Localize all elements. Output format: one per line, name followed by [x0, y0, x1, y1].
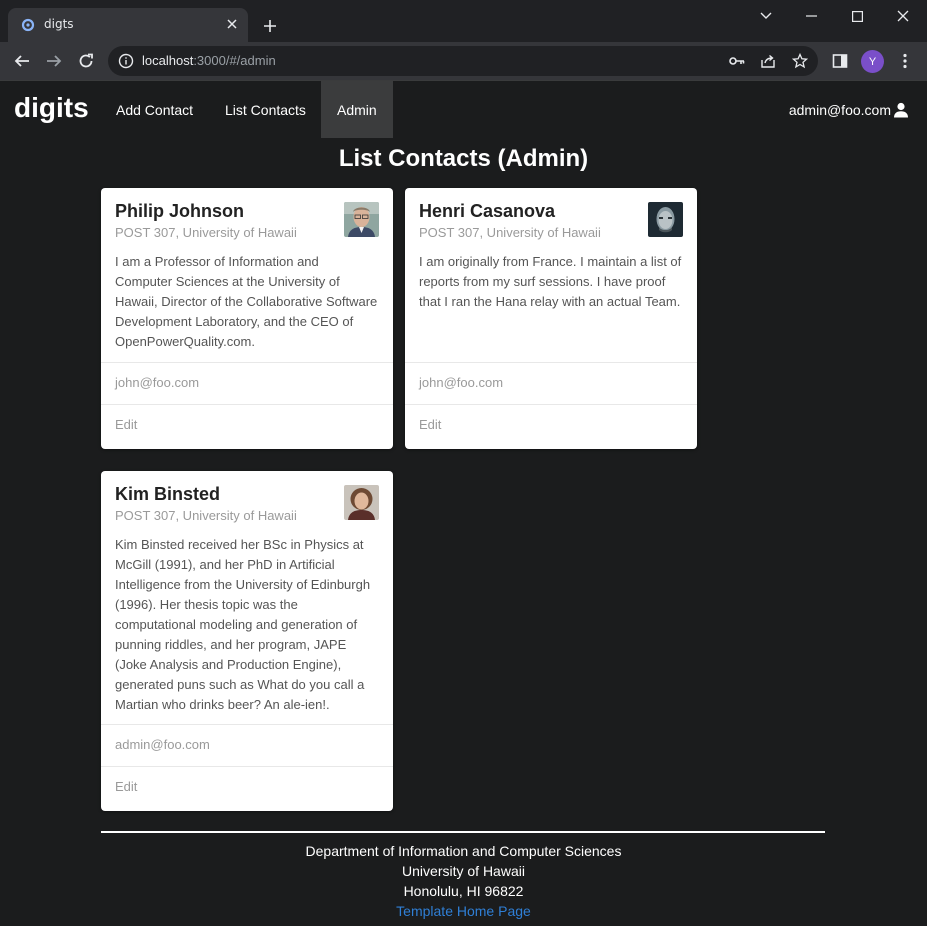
browser-titlebar: digts	[0, 0, 927, 42]
card-header: Philip Johnson POST 307, University of H…	[101, 188, 393, 240]
url-text[interactable]: localhost:3000/#/admin	[142, 53, 276, 68]
contact-description: I am a Professor of Information and Comp…	[115, 254, 378, 349]
edit-link[interactable]: Edit	[101, 404, 393, 446]
page-title: List Contacts (Admin)	[338, 145, 589, 172]
contact-address: POST 307, University of Hawaii	[419, 225, 601, 240]
footer-address: Honolulu, HI 96822	[403, 883, 524, 899]
user-icon	[894, 102, 908, 117]
app-favicon-icon	[21, 18, 35, 32]
contact-owner: john@foo.com	[405, 362, 697, 404]
close-window-icon[interactable]	[880, 2, 926, 30]
forward-arrow-icon[interactable]	[41, 48, 67, 74]
back-arrow-icon[interactable]	[9, 48, 35, 74]
footer-divider	[101, 831, 825, 833]
maximize-icon[interactable]	[834, 2, 880, 30]
user-email: admin@foo.com	[788, 101, 891, 118]
app-navbar: digits Add Contact List Contacts Admin a…	[0, 80, 927, 138]
contact-photo	[648, 202, 683, 237]
contact-card: Philip Johnson POST 307, University of H…	[101, 188, 393, 449]
address-bar[interactable]: localhost:3000/#/admin	[108, 46, 818, 76]
footer: Department of Information and Computer S…	[0, 841, 927, 921]
contact-photo	[344, 485, 379, 520]
reload-icon[interactable]	[73, 48, 99, 74]
contact-description: I am originally from France. I maintain …	[419, 254, 682, 309]
new-tab-icon[interactable]	[258, 14, 282, 38]
tab-title: digts	[44, 17, 74, 31]
nav-list-contacts[interactable]: List Contacts	[209, 81, 322, 138]
brand-logo[interactable]: digits	[14, 92, 89, 124]
side-panel-icon[interactable]	[830, 51, 850, 71]
browser-toolbar: localhost:3000/#/admin Y	[0, 42, 927, 80]
card-header: Kim Binsted POST 307, University of Hawa…	[101, 471, 393, 523]
password-key-icon[interactable]	[728, 52, 746, 70]
user-dropdown[interactable]: admin@foo.com	[789, 81, 909, 138]
footer-template-link[interactable]: Template Home Page	[396, 903, 531, 919]
contact-name: Philip Johnson	[115, 201, 244, 221]
contact-card: Henri Casanova POST 307, University of H…	[405, 188, 697, 449]
card-header: Henri Casanova POST 307, University of H…	[405, 188, 697, 240]
nav-admin[interactable]: Admin	[321, 81, 393, 138]
contact-photo	[344, 202, 379, 237]
tab-close-icon[interactable]	[222, 14, 242, 34]
bookmark-star-icon[interactable]	[791, 52, 809, 70]
edit-link[interactable]: Edit	[101, 766, 393, 808]
edit-link[interactable]: Edit	[405, 404, 697, 446]
url-host: localhost	[142, 53, 194, 68]
contact-owner: john@foo.com	[101, 362, 393, 404]
nav-add-contact[interactable]: Add Contact	[100, 81, 209, 138]
minimize-icon[interactable]	[788, 2, 834, 30]
tab-search-chevron-icon[interactable]	[743, 2, 789, 30]
contact-name: Henri Casanova	[419, 201, 556, 221]
browser-tab[interactable]: digts	[8, 8, 248, 42]
contact-owner: admin@foo.com	[101, 724, 393, 766]
contact-description: Kim Binsted received her BSc in Physics …	[115, 537, 371, 712]
share-icon[interactable]	[759, 52, 777, 70]
contact-address: POST 307, University of Hawaii	[115, 508, 297, 523]
url-path: :3000/#/admin	[193, 53, 276, 68]
contact-card: Kim Binsted POST 307, University of Hawa…	[101, 471, 393, 811]
profile-avatar[interactable]: Y	[861, 50, 884, 73]
site-info-icon[interactable]	[118, 53, 134, 69]
browser-menu-icon[interactable]	[895, 51, 915, 71]
contact-address: POST 307, University of Hawaii	[115, 225, 297, 240]
contact-name: Kim Binsted	[115, 484, 221, 504]
footer-university: University of Hawaii	[402, 863, 525, 879]
footer-department: Department of Information and Computer S…	[305, 843, 622, 859]
